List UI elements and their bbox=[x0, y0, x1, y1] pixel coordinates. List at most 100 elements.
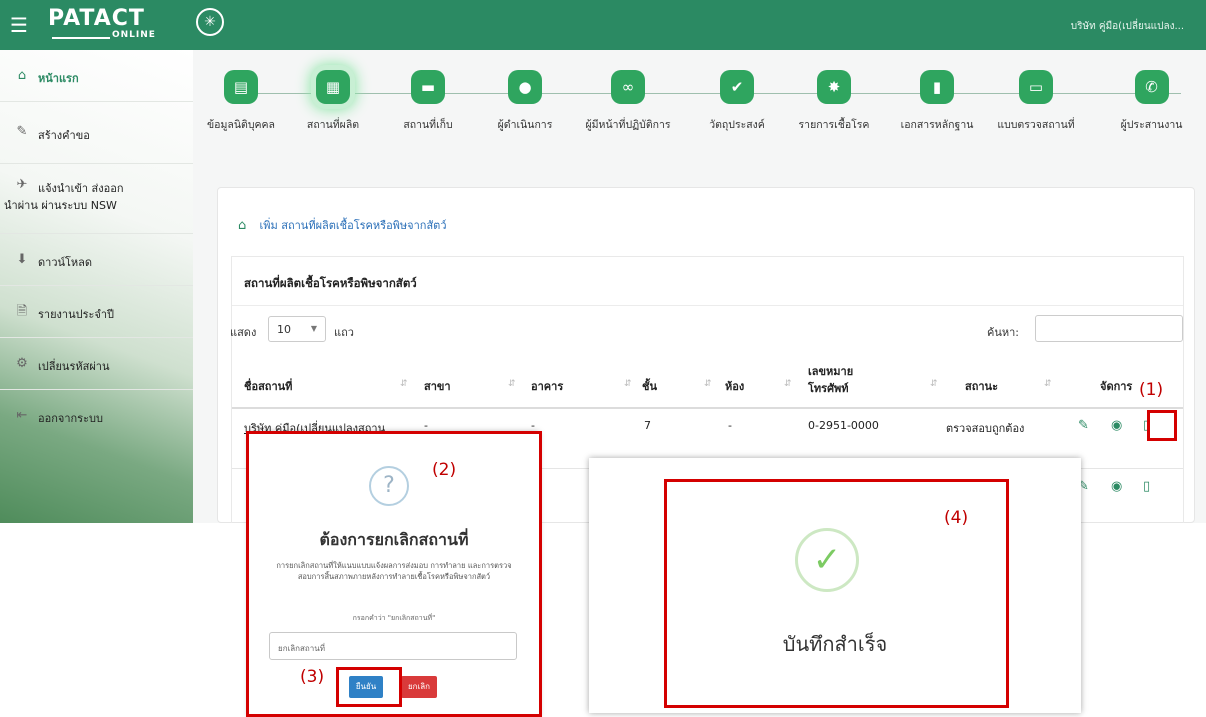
sidebar: ⌂ หน้าแรก ✎ สร้างคำขอ ✈ แจ้งนำเข้า ส่งออ… bbox=[0, 50, 193, 523]
add-site-link[interactable]: ⌂ เพิ่ม สถานที่ผลิตเชื้อโรคหรือพิษจากสัต… bbox=[238, 216, 447, 234]
sidebar-item-label: สร้างคำขอ bbox=[38, 129, 90, 142]
step-objective[interactable]: ✔ วัตถุประสงค์ bbox=[682, 70, 792, 133]
step-label: แบบตรวจสถานที่ bbox=[997, 119, 1075, 131]
chevron-down-icon: ▼ bbox=[310, 324, 317, 333]
view-icon[interactable]: ◉ bbox=[1111, 418, 1122, 434]
sort-icon[interactable]: ⇵ bbox=[930, 379, 938, 389]
hamburger-menu-icon[interactable]: ☰ bbox=[10, 14, 32, 36]
column-header-floor[interactable]: ชั้น bbox=[642, 377, 657, 395]
step-label: ผู้ดำเนินการ bbox=[497, 119, 553, 131]
gears-icon: ⚙ bbox=[16, 356, 28, 371]
pencil-icon: ✎ bbox=[16, 124, 28, 139]
step-marker-4: (4) bbox=[944, 508, 969, 528]
sidebar-item-label: รายงานประจำปี bbox=[38, 308, 115, 321]
step-label: วัตถุประสงค์ bbox=[709, 119, 765, 131]
step-marker-2: (2) bbox=[432, 460, 457, 480]
step-label: รายการเชื้อโรค bbox=[798, 119, 870, 131]
page-size-select[interactable]: 10 ▼ bbox=[268, 316, 326, 342]
sidebar-item-nsw[interactable]: ✈ แจ้งนำเข้า ส่งออก นำผ่าน ผ่านระบบ NSW bbox=[0, 164, 193, 234]
column-header-branch[interactable]: สาขา bbox=[424, 377, 451, 395]
sort-icon[interactable]: ⇵ bbox=[624, 379, 632, 389]
cell-room: - bbox=[728, 419, 732, 432]
sidebar-item-change-password[interactable]: ⚙ เปลี่ยนรหัสผ่าน bbox=[0, 338, 193, 390]
phone-icon: ✆ bbox=[1134, 70, 1169, 104]
column-header-name[interactable]: ชื่อสถานที่ bbox=[244, 377, 292, 395]
logout-icon: ⇤ bbox=[16, 408, 28, 423]
sidebar-item-annual-report[interactable]: 🗎 รายงานประจำปี bbox=[0, 286, 193, 338]
logo-underline bbox=[52, 37, 110, 39]
step-label: สถานที่ผลิต bbox=[306, 119, 360, 131]
top-bar: ☰ PATACT ONLINE ✳ บริษัท คู่มือ(เปลี่ยนแ… bbox=[0, 0, 1206, 50]
step-label: เอกสารหลักฐาน bbox=[900, 119, 974, 131]
home-icon: ⌂ bbox=[17, 68, 27, 83]
step-operator[interactable]: ● ผู้ดำเนินการ bbox=[470, 70, 580, 133]
column-header-building[interactable]: อาคาร bbox=[531, 377, 563, 395]
column-header-room[interactable]: ห้อง bbox=[725, 377, 744, 395]
rows-label: แถว bbox=[334, 326, 354, 339]
step-site-inspection[interactable]: ▭ แบบตรวจสถานที่ bbox=[981, 70, 1091, 133]
user-menu[interactable]: บริษัท คู่มือ(เปลี่ยนแปลง... bbox=[1071, 19, 1184, 34]
add-home-icon: ⌂ bbox=[238, 218, 247, 233]
cell-status: ตรวจสอบถูกต้อง bbox=[946, 422, 1025, 435]
add-site-label: เพิ่ม สถานที่ผลิตเชื้อโรคหรือพิษจากสัตว์ bbox=[259, 219, 447, 232]
step-label: ผู้มีหน้าที่ปฏิบัติการ bbox=[585, 119, 671, 131]
step-documents[interactable]: ▮ เอกสารหลักฐาน bbox=[882, 70, 992, 133]
emblem-icon: ✳ bbox=[196, 8, 224, 36]
search-input[interactable] bbox=[1035, 315, 1183, 342]
step-coordinator[interactable]: ✆ ผู้ประสานงาน bbox=[1097, 70, 1206, 133]
archive-icon: ▬ bbox=[411, 70, 445, 104]
sort-icon[interactable]: ⇵ bbox=[508, 379, 516, 389]
show-label: แสดง bbox=[230, 326, 257, 339]
logo-text: PATACT bbox=[48, 6, 145, 31]
sidebar-item-label: ดาวน์โหลด bbox=[38, 256, 93, 269]
download-icon: ⬇ bbox=[16, 252, 28, 267]
column-header-status[interactable]: สถานะ bbox=[965, 377, 998, 395]
column-header-phone-line1: เลขหมาย bbox=[808, 365, 854, 378]
sidebar-item-logout[interactable]: ⇤ ออกจากระบบ bbox=[0, 390, 193, 442]
document-root: ☰ PATACT ONLINE ✳ บริษัท คู่มือ(เปลี่ยนแ… bbox=[0, 0, 1206, 717]
virus-icon: ✸ bbox=[817, 70, 851, 104]
sidebar-item-label: ออกจากระบบ bbox=[38, 412, 103, 425]
sidebar-item-create-request[interactable]: ✎ สร้างคำขอ bbox=[0, 102, 193, 164]
highlight-confirm-button bbox=[336, 667, 402, 707]
id-card-icon: ▤ bbox=[224, 70, 258, 104]
sort-icon[interactable]: ⇵ bbox=[400, 379, 408, 389]
delete-icon[interactable]: ▯ bbox=[1143, 479, 1150, 495]
app-window: ☰ PATACT ONLINE ✳ บริษัท คู่มือ(เปลี่ยนแ… bbox=[0, 0, 1206, 523]
search-label: ค้นหา: bbox=[987, 326, 1020, 339]
sort-icon[interactable]: ⇵ bbox=[704, 379, 712, 389]
building-icon: ▦ bbox=[316, 70, 350, 104]
table-header-divider bbox=[232, 407, 1183, 409]
document-icon: ▮ bbox=[920, 70, 954, 104]
step-pathogen-list[interactable]: ✸ รายการเชื้อโรค bbox=[779, 70, 889, 133]
step-responsible-persons[interactable]: ∞ ผู้มีหน้าที่ปฏิบัติการ bbox=[573, 70, 683, 133]
column-header-phone-line2: โทรศัพท์ bbox=[808, 382, 849, 395]
column-header-phone[interactable]: เลขหมาย โทรศัพท์ bbox=[808, 363, 853, 397]
step-bar: ▤ ข้อมูลนิติบุคคล ▦ สถานที่ผลิต ▬ สถานที… bbox=[193, 50, 1206, 150]
column-header-actions: จัดการ bbox=[1100, 380, 1133, 393]
step-production-site[interactable]: ▦ สถานที่ผลิต bbox=[278, 70, 388, 133]
sidebar-item-home[interactable]: ⌂ หน้าแรก bbox=[0, 50, 193, 102]
sidebar-item-label: หน้าแรก bbox=[38, 72, 79, 85]
step-label: ผู้ประสานงาน bbox=[1120, 119, 1183, 131]
sidebar-item-label-line1: แจ้งนำเข้า ส่งออก bbox=[38, 182, 124, 195]
plane-icon: ✈ bbox=[16, 177, 28, 192]
sort-icon[interactable]: ⇵ bbox=[784, 379, 792, 389]
sort-icon[interactable]: ⇵ bbox=[1044, 379, 1052, 389]
clipboard-icon: ▭ bbox=[1019, 70, 1053, 104]
page-size-value: 10 bbox=[277, 323, 291, 336]
sidebar-item-label: เปลี่ยนรหัสผ่าน bbox=[38, 360, 110, 373]
table-title: สถานที่ผลิตเชื้อโรคหรือพิษจากสัตว์ bbox=[244, 276, 417, 290]
users-icon: ∞ bbox=[611, 70, 645, 104]
step-label: สถานที่เก็บ bbox=[403, 119, 453, 131]
check-square-icon: ✔ bbox=[720, 70, 754, 104]
view-icon[interactable]: ◉ bbox=[1111, 479, 1122, 495]
step-marker-1: (1) bbox=[1139, 380, 1164, 400]
sidebar-item-label-line2: นำผ่าน ผ่านระบบ NSW bbox=[4, 199, 117, 212]
highlight-delete-button bbox=[1147, 410, 1177, 441]
edit-icon[interactable]: ✎ bbox=[1078, 418, 1089, 434]
step-storage-site[interactable]: ▬ สถานที่เก็บ bbox=[373, 70, 483, 133]
sidebar-item-download[interactable]: ⬇ ดาวน์โหลด bbox=[0, 234, 193, 286]
cell-floor: 7 bbox=[644, 419, 651, 432]
step-marker-3: (3) bbox=[300, 667, 325, 687]
